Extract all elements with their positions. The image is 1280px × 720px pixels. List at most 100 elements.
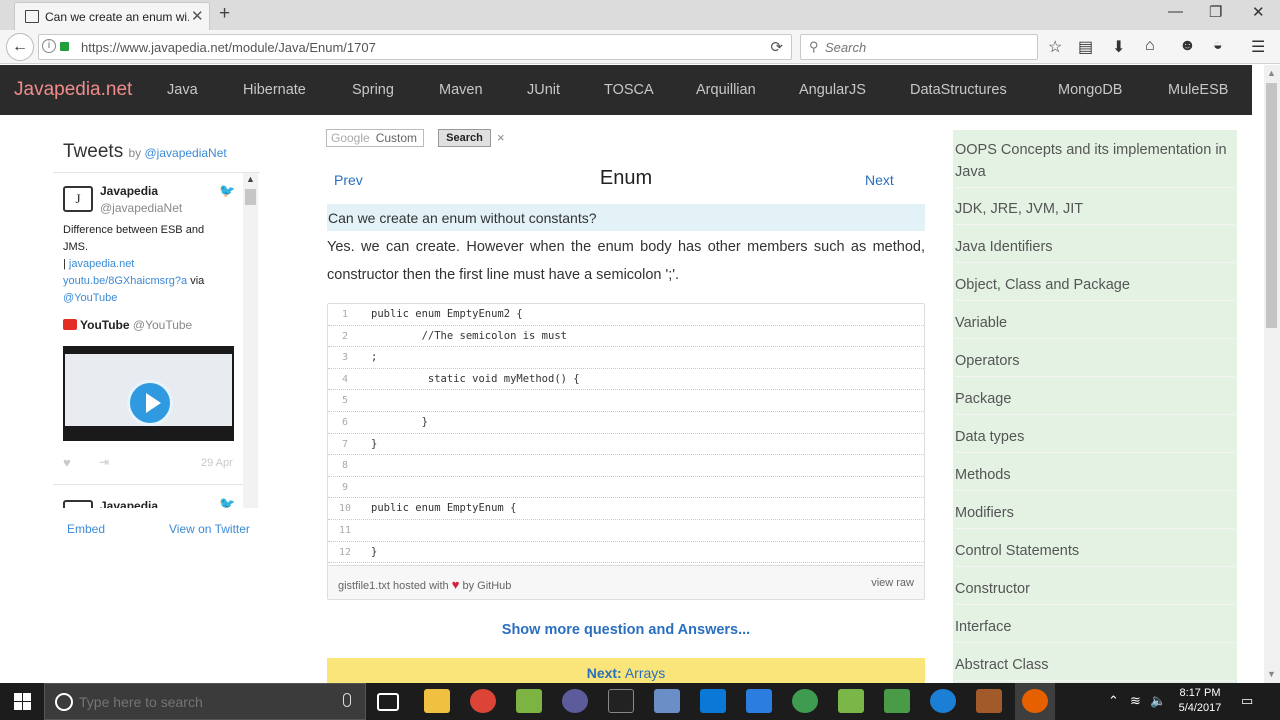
- notepad-icon[interactable]: [838, 689, 864, 713]
- volume-icon[interactable]: 🔈: [1150, 693, 1166, 709]
- sidebar-item-object-class[interactable]: Object, Class and Package: [955, 274, 1235, 301]
- youtube-card-header[interactable]: YouTube @YouTube: [63, 318, 192, 332]
- twitter-embed-link[interactable]: Embed: [67, 522, 105, 536]
- tweet-author-handle[interactable]: @javapediaNet: [100, 201, 182, 215]
- twitter-scrollbar-thumb[interactable]: [245, 189, 256, 205]
- video-thumbnail[interactable]: [63, 346, 234, 441]
- tray-chevron-up-icon[interactable]: ⌃: [1108, 693, 1119, 709]
- info-icon[interactable]: i: [42, 39, 56, 53]
- mongodb-icon[interactable]: [792, 689, 818, 713]
- maximize-icon[interactable]: ❐: [1209, 3, 1222, 21]
- view-on-twitter-link[interactable]: View on Twitter: [169, 522, 250, 536]
- tweet-author-name[interactable]: Javapedia: [100, 184, 158, 198]
- next-link[interactable]: Next: [865, 172, 894, 188]
- visual-studio-icon[interactable]: [746, 689, 772, 713]
- gallery-icon[interactable]: [884, 689, 910, 713]
- sidebar-item-methods[interactable]: Methods: [955, 464, 1235, 491]
- sidebar-item-operators[interactable]: Operators: [955, 350, 1235, 377]
- download-icon[interactable]: ⬇: [1112, 37, 1125, 57]
- scroll-up-icon[interactable]: ▲: [1267, 68, 1276, 78]
- notification-icon[interactable]: ▭: [1241, 693, 1253, 709]
- nav-link-mongodb[interactable]: MongoDB: [1058, 82, 1122, 98]
- sidebar-item-oops[interactable]: OOPS Concepts and its implementation in …: [955, 139, 1235, 188]
- bookmark-star-icon[interactable]: ☆: [1048, 37, 1062, 57]
- javapedia-avatar-2[interactable]: J: [63, 500, 93, 508]
- home-icon[interactable]: ⌂: [1145, 37, 1155, 55]
- sidebar-item-abstract-class[interactable]: Abstract Class: [955, 654, 1235, 681]
- play-button-icon[interactable]: [127, 380, 173, 426]
- url-bar[interactable]: i https://www.javapedia.net/module/Java/…: [38, 34, 792, 60]
- next-article-bar[interactable]: Next: Arrays: [327, 658, 925, 683]
- game-app-icon[interactable]: [976, 689, 1002, 713]
- show-more-link[interactable]: Show more question and Answers...: [327, 622, 925, 638]
- terminal-icon[interactable]: [608, 689, 634, 713]
- javapedia-avatar[interactable]: J: [63, 186, 93, 212]
- browser-tab-active[interactable]: Can we create an enum wi... ✕: [14, 2, 210, 30]
- google-search-button[interactable]: Search: [438, 129, 491, 147]
- page-scrollbar[interactable]: ▲ ▼: [1264, 65, 1280, 683]
- scroll-down-icon[interactable]: ▼: [1267, 669, 1276, 679]
- sidebar-item-interface[interactable]: Interface: [955, 616, 1235, 643]
- new-tab-icon[interactable]: +: [219, 3, 230, 25]
- file-explorer-icon[interactable]: [424, 689, 450, 713]
- firefox-icon[interactable]: [1022, 689, 1048, 713]
- twitter-bird-icon-2[interactable]: 🐦: [219, 496, 235, 508]
- clear-search-icon[interactable]: ×: [497, 130, 505, 145]
- tweet-link-youtube[interactable]: youtu.be/8GXhaicmsrg?a: [63, 275, 187, 287]
- site-logo[interactable]: Javapedia.net: [14, 79, 132, 101]
- reload-icon[interactable]: ⟳: [770, 38, 783, 56]
- sidebar-item-jdk-jre[interactable]: JDK, JRE, JVM, JIT: [955, 198, 1235, 225]
- reading-list-icon[interactable]: ▤: [1078, 37, 1093, 57]
- sidebar-item-package[interactable]: Package: [955, 388, 1235, 415]
- sidebar-item-data-types[interactable]: Data types: [955, 426, 1235, 453]
- sidebar-item-constructor[interactable]: Constructor: [955, 578, 1235, 605]
- share-icon[interactable]: ⇥: [99, 455, 109, 469]
- next-article-link[interactable]: Arrays: [625, 665, 665, 681]
- tweet-link-javapedia[interactable]: javapedia.net: [69, 258, 134, 270]
- gist-filename-link[interactable]: gistfile1.txt: [338, 580, 390, 592]
- wifi-icon[interactable]: ≋: [1130, 693, 1141, 709]
- nav-link-muleesb[interactable]: MuleESB: [1168, 82, 1228, 98]
- browser-search-box[interactable]: ⚲: [800, 34, 1038, 60]
- nav-link-datastructures[interactable]: DataStructures: [910, 82, 1007, 98]
- taskbar-clock[interactable]: 8:17 PM 5/4/2017: [1166, 686, 1234, 716]
- sidebar-item-variable[interactable]: Variable: [955, 312, 1235, 339]
- mail-icon[interactable]: [700, 689, 726, 713]
- nav-link-junit[interactable]: JUnit: [527, 82, 560, 98]
- tweet-mention-youtube[interactable]: @YouTube: [63, 292, 117, 304]
- browser-search-input[interactable]: [825, 38, 1025, 56]
- edge-icon[interactable]: [930, 689, 956, 713]
- scrollbar-thumb[interactable]: [1266, 83, 1277, 328]
- close-window-icon[interactable]: ✕: [1252, 3, 1265, 21]
- taskbar-search-box[interactable]: [44, 683, 366, 720]
- tweet-date[interactable]: 29 Apr: [201, 457, 233, 469]
- twitter-scrollbar[interactable]: ▲ ▼: [243, 173, 258, 508]
- back-arrow-icon[interactable]: ←: [6, 33, 34, 61]
- nav-link-maven[interactable]: Maven: [439, 82, 483, 98]
- like-heart-icon[interactable]: ♥: [63, 455, 71, 470]
- twitter-handle-link[interactable]: @javapediaNet: [145, 146, 227, 160]
- twitter-scroll-up-icon[interactable]: ▲: [246, 174, 255, 184]
- google-custom-search-input[interactable]: Google Custom: [326, 129, 424, 147]
- minimize-icon[interactable]: —: [1168, 3, 1183, 20]
- url-text[interactable]: https://www.javapedia.net/module/Java/En…: [81, 40, 376, 55]
- pocket-icon[interactable]: ◒: [1213, 37, 1223, 55]
- sidebar-item-modifiers[interactable]: Modifiers: [955, 502, 1235, 529]
- task-view-icon[interactable]: [377, 693, 399, 711]
- chat-icon[interactable]: ☻: [1179, 37, 1196, 55]
- network-app-icon[interactable]: [654, 689, 680, 713]
- tweet-author-name-2[interactable]: Javapedia: [100, 499, 158, 508]
- nav-link-java[interactable]: Java: [167, 82, 198, 98]
- nav-link-spring[interactable]: Spring: [352, 82, 394, 98]
- nav-link-angularjs[interactable]: AngularJS: [799, 82, 866, 98]
- nav-link-arquillian[interactable]: Arquillian: [696, 82, 756, 98]
- github-link[interactable]: by GitHub: [459, 580, 512, 592]
- twitter-bird-icon[interactable]: 🐦: [219, 183, 235, 199]
- photo-app-icon[interactable]: [516, 689, 542, 713]
- eclipse-icon[interactable]: [562, 689, 588, 713]
- view-raw-link[interactable]: view raw: [871, 577, 914, 589]
- taskbar-search-input[interactable]: [79, 692, 329, 712]
- chrome-icon[interactable]: [470, 689, 496, 713]
- nav-link-hibernate[interactable]: Hibernate: [243, 82, 306, 98]
- windows-start-icon[interactable]: [14, 693, 31, 710]
